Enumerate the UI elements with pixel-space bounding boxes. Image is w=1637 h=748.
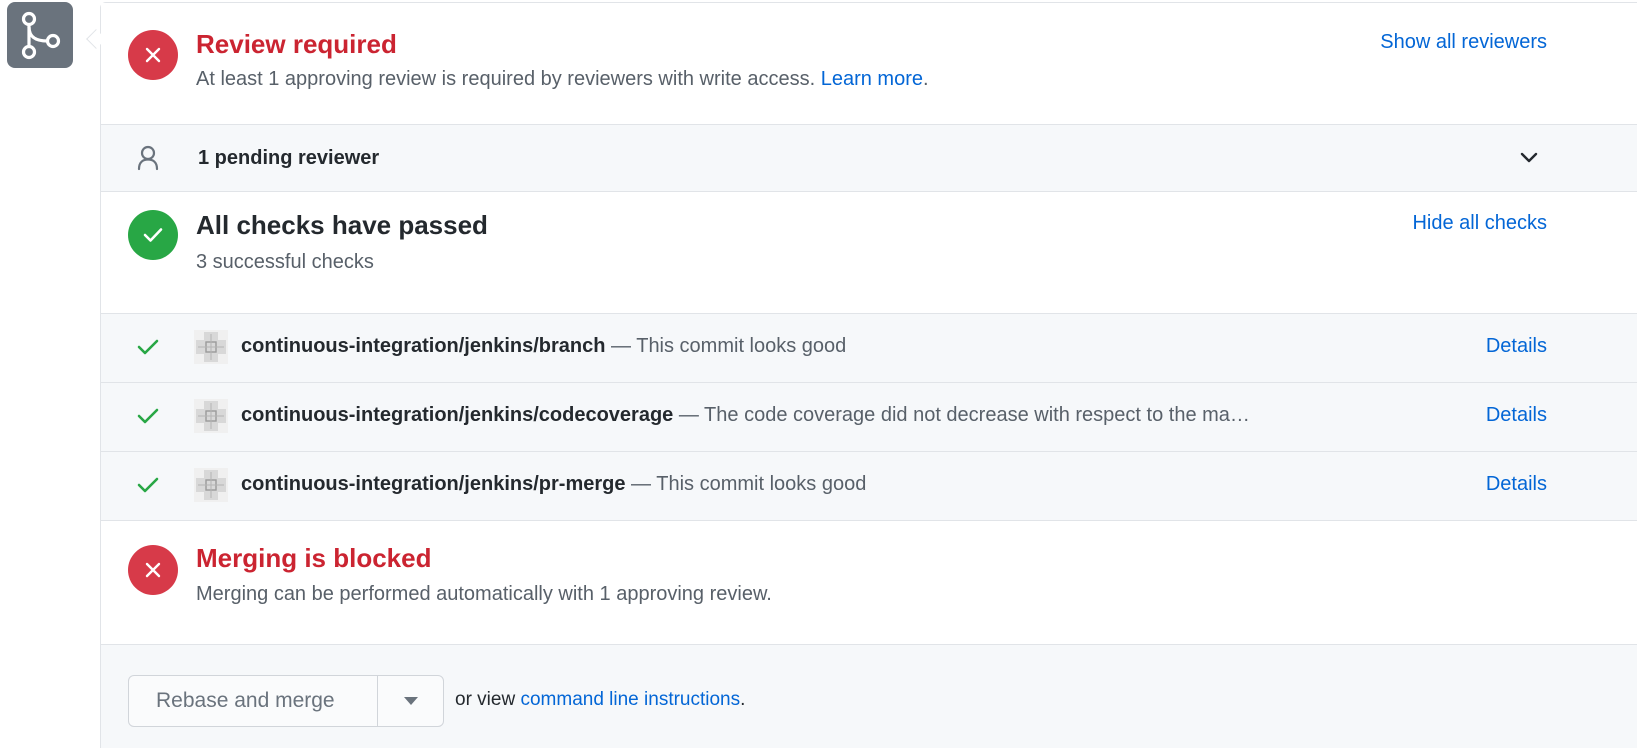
pending-reviewer-label: 1 pending reviewer	[198, 147, 380, 169]
error-x-icon	[128, 545, 178, 595]
check-row: continuous-integration/jenkins/pr-merge …	[101, 452, 1637, 521]
merge-method-dropdown-button[interactable]	[378, 676, 443, 726]
command-line-hint: or view command line instructions.	[455, 689, 746, 710]
check-icon	[137, 476, 159, 499]
rebase-and-merge-button[interactable]: Rebase and merge	[129, 676, 378, 726]
check-row: continuous-integration/jenkins/branch — …	[101, 314, 1637, 383]
command-line-instructions-link[interactable]: command line instructions	[520, 689, 740, 710]
error-x-icon	[128, 30, 178, 80]
check-description: — This commit looks good	[605, 335, 847, 357]
check-description: — This commit looks good	[625, 473, 867, 495]
check-row: continuous-integration/jenkins/codecover…	[101, 383, 1637, 452]
merge-button-group: Rebase and merge	[128, 675, 444, 727]
jenkins-avatar-icon	[194, 399, 228, 433]
chevron-down-icon[interactable]	[1519, 151, 1539, 170]
merging-blocked-title: Merging is blocked	[196, 543, 432, 573]
check-icon	[137, 407, 159, 430]
review-required-section: Review required At least 1 approving rev…	[101, 3, 1637, 125]
merging-blocked-description: Merging can be performed automatically w…	[196, 583, 772, 605]
check-icon	[137, 338, 159, 361]
learn-more-link[interactable]: Learn more	[821, 68, 923, 90]
review-required-description: At least 1 approving review is required …	[196, 68, 929, 90]
details-link[interactable]: Details	[1486, 335, 1547, 358]
details-link[interactable]: Details	[1486, 404, 1547, 427]
details-link[interactable]: Details	[1486, 473, 1547, 496]
check-name: continuous-integration/jenkins/branch	[241, 335, 606, 357]
caret-down-icon	[403, 697, 418, 705]
show-all-reviewers-link[interactable]: Show all reviewers	[1380, 31, 1547, 54]
jenkins-avatar-icon	[194, 468, 228, 502]
checks-title: All checks have passed	[196, 210, 488, 240]
checks-passed-section: All checks have passed 3 successful chec…	[101, 192, 1637, 314]
git-merge-icon	[7, 2, 73, 68]
jenkins-avatar-icon	[194, 330, 228, 364]
check-name: continuous-integration/jenkins/pr-merge	[241, 473, 626, 495]
hide-all-checks-link[interactable]: Hide all checks	[1412, 212, 1547, 235]
merge-actions-section: Rebase and merge or view command line in…	[101, 645, 1637, 748]
merge-status-box: Review required At least 1 approving rev…	[100, 2, 1637, 748]
checks-subtitle: 3 successful checks	[196, 251, 374, 273]
check-name: continuous-integration/jenkins/codecover…	[241, 404, 674, 426]
merging-blocked-section: Merging is blocked Merging can be perfor…	[101, 521, 1637, 645]
success-check-icon	[128, 210, 178, 260]
person-icon	[137, 145, 159, 176]
check-description: — The code coverage did not decrease wit…	[673, 404, 1250, 426]
review-required-title: Review required	[196, 29, 397, 59]
pending-reviewers-row[interactable]: 1 pending reviewer	[101, 125, 1637, 192]
